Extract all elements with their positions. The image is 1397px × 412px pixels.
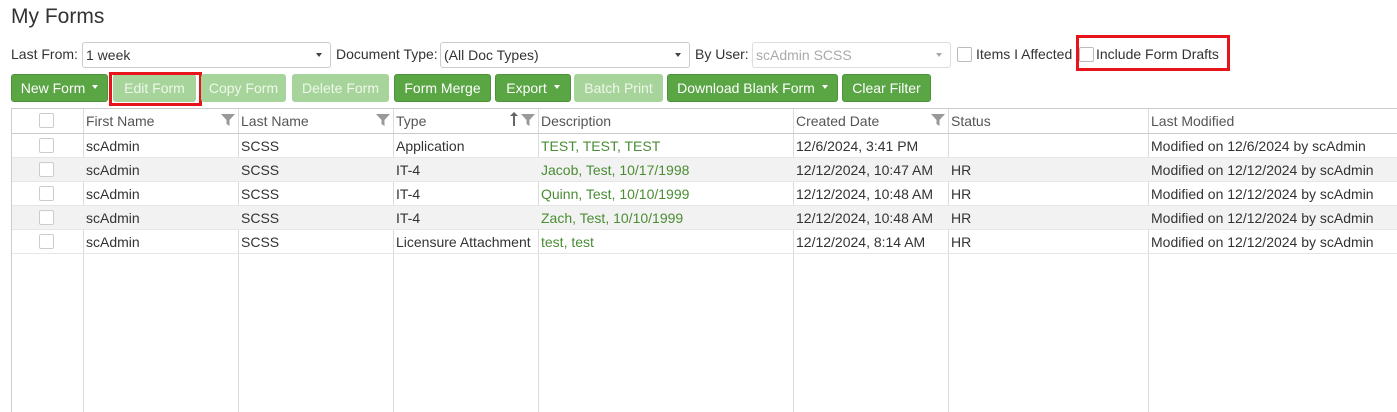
last-from-select[interactable]: 1 week — [82, 42, 331, 68]
forms-grid: First Name Last Name Type Description Cr… — [11, 108, 1397, 412]
copy-form-label: Copy Form — [208, 80, 279, 96]
last-from-label: Last From: — [11, 46, 78, 62]
column-header-first-name[interactable]: First Name — [86, 113, 154, 129]
cell-created-date: 12/12/2024, 10:47 AM — [796, 162, 933, 178]
cell-first-name: scAdmin — [86, 186, 140, 202]
by-user-value: scAdmin SCSS — [756, 47, 852, 63]
copy-form-button[interactable]: Copy Form — [201, 74, 286, 102]
grid-header: First Name Last Name Type Description Cr… — [12, 109, 1397, 134]
cell-first-name: scAdmin — [86, 210, 140, 226]
delete-form-label: Delete Form — [301, 80, 380, 96]
cell-description-link[interactable]: TEST, TEST, TEST — [541, 138, 660, 154]
cell-status: HR — [951, 234, 972, 250]
cell-last-name: SCSS — [241, 138, 280, 154]
cell-last-name: SCSS — [241, 210, 280, 226]
items-affected-label: Items I Affected — [976, 46, 1073, 62]
cell-created-date: 12/12/2024, 8:14 AM — [796, 234, 926, 250]
clear-filter-label: Clear Filter — [852, 80, 921, 96]
sort-ascending-icon[interactable] — [510, 112, 518, 126]
download-blank-form-button[interactable]: Download Blank Form — [667, 74, 838, 102]
cell-last-modified: Modified on 12/12/2024 by scAdmin — [1151, 234, 1374, 250]
chevron-down-icon — [675, 53, 681, 57]
chevron-down-icon — [936, 53, 942, 57]
by-user-select[interactable]: scAdmin SCSS — [752, 42, 951, 68]
chevron-down-icon — [316, 53, 322, 57]
cell-last-name: SCSS — [241, 234, 280, 250]
column-header-last-modified[interactable]: Last Modified — [1151, 113, 1234, 129]
cell-description-link[interactable]: Zach, Test, 10/10/1999 — [541, 210, 683, 226]
filter-icon[interactable] — [221, 113, 235, 127]
filter-icon[interactable] — [521, 113, 535, 127]
export-label: Export — [506, 80, 547, 96]
cell-created-date: 12/12/2024, 10:48 AM — [796, 186, 933, 202]
clear-filter-button[interactable]: Clear Filter — [842, 74, 931, 102]
document-type-value: (All Doc Types) — [444, 47, 539, 63]
caret-down-icon — [553, 85, 560, 90]
filter-icon[interactable] — [931, 113, 945, 127]
export-button[interactable]: Export — [495, 74, 571, 102]
include-drafts-label: Include Form Drafts — [1096, 46, 1219, 62]
row-checkbox[interactable] — [39, 186, 54, 201]
highlight-edit-form — [109, 72, 202, 106]
cell-created-date: 12/12/2024, 10:48 AM — [796, 210, 933, 226]
cell-last-name: SCSS — [241, 162, 280, 178]
new-form-label: New Form — [20, 80, 86, 96]
cell-last-modified: Modified on 12/12/2024 by scAdmin — [1151, 210, 1374, 226]
table-row[interactable]: scAdmin SCSS IT-4 Jacob, Test, 10/17/199… — [12, 158, 1397, 182]
document-type-select[interactable]: (All Doc Types) — [440, 42, 690, 68]
cell-type: IT-4 — [396, 186, 421, 202]
cell-type: Licensure Attachment — [396, 234, 531, 250]
row-checkbox[interactable] — [39, 234, 54, 249]
row-checkbox[interactable] — [39, 210, 54, 225]
include-drafts-checkbox[interactable] — [1079, 47, 1094, 62]
cell-last-name: SCSS — [241, 186, 280, 202]
cell-first-name: scAdmin — [86, 234, 140, 250]
form-merge-button[interactable]: Form Merge — [394, 74, 491, 102]
form-merge-label: Form Merge — [404, 80, 481, 96]
cell-status: HR — [951, 186, 972, 202]
row-checkbox[interactable] — [39, 162, 54, 177]
table-row[interactable]: scAdmin SCSS IT-4 Quinn, Test, 10/10/199… — [12, 182, 1397, 206]
cell-last-modified: Modified on 12/12/2024 by scAdmin — [1151, 162, 1374, 178]
table-row[interactable]: scAdmin SCSS Licensure Attachment test, … — [12, 230, 1397, 254]
cell-description-link[interactable]: Jacob, Test, 10/17/1998 — [541, 162, 689, 178]
cell-last-modified: Modified on 12/12/2024 by scAdmin — [1151, 186, 1374, 202]
batch-print-label: Batch Print — [584, 80, 653, 96]
by-user-label: By User: — [695, 46, 749, 62]
cell-first-name: scAdmin — [86, 138, 140, 154]
table-row[interactable]: scAdmin SCSS IT-4 Zach, Test, 10/10/1999… — [12, 206, 1397, 230]
row-checkbox[interactable] — [39, 138, 54, 153]
column-header-description[interactable]: Description — [541, 113, 611, 129]
cell-last-modified: Modified on 12/6/2024 by scAdmin — [1151, 138, 1366, 154]
last-from-value: 1 week — [86, 47, 131, 63]
column-header-type[interactable]: Type — [396, 113, 426, 129]
cell-status: HR — [951, 210, 972, 226]
table-row[interactable]: scAdmin SCSS Application TEST, TEST, TES… — [12, 134, 1397, 158]
batch-print-button[interactable]: Batch Print — [574, 74, 663, 102]
document-type-label: Document Type: — [336, 46, 438, 62]
cell-description-link[interactable]: Quinn, Test, 10/10/1999 — [541, 186, 689, 202]
caret-down-icon — [92, 85, 99, 90]
filter-icon[interactable] — [376, 113, 390, 127]
cell-first-name: scAdmin — [86, 162, 140, 178]
column-header-last-name[interactable]: Last Name — [241, 113, 309, 129]
cell-type: Application — [396, 138, 465, 154]
cell-created-date: 12/6/2024, 3:41 PM — [796, 138, 919, 154]
column-header-created-date[interactable]: Created Date — [796, 113, 879, 129]
select-all-checkbox[interactable] — [39, 113, 54, 128]
delete-form-button[interactable]: Delete Form — [292, 74, 389, 102]
new-form-button[interactable]: New Form — [11, 74, 108, 102]
cell-type: IT-4 — [396, 210, 421, 226]
cell-description-link[interactable]: test, test — [541, 234, 594, 250]
page-title: My Forms — [11, 5, 105, 28]
items-affected-checkbox[interactable] — [957, 47, 972, 62]
caret-down-icon — [821, 85, 828, 90]
cell-type: IT-4 — [396, 162, 421, 178]
column-header-status[interactable]: Status — [951, 113, 991, 129]
download-blank-form-label: Download Blank Form — [677, 80, 815, 96]
cell-status: HR — [951, 162, 972, 178]
